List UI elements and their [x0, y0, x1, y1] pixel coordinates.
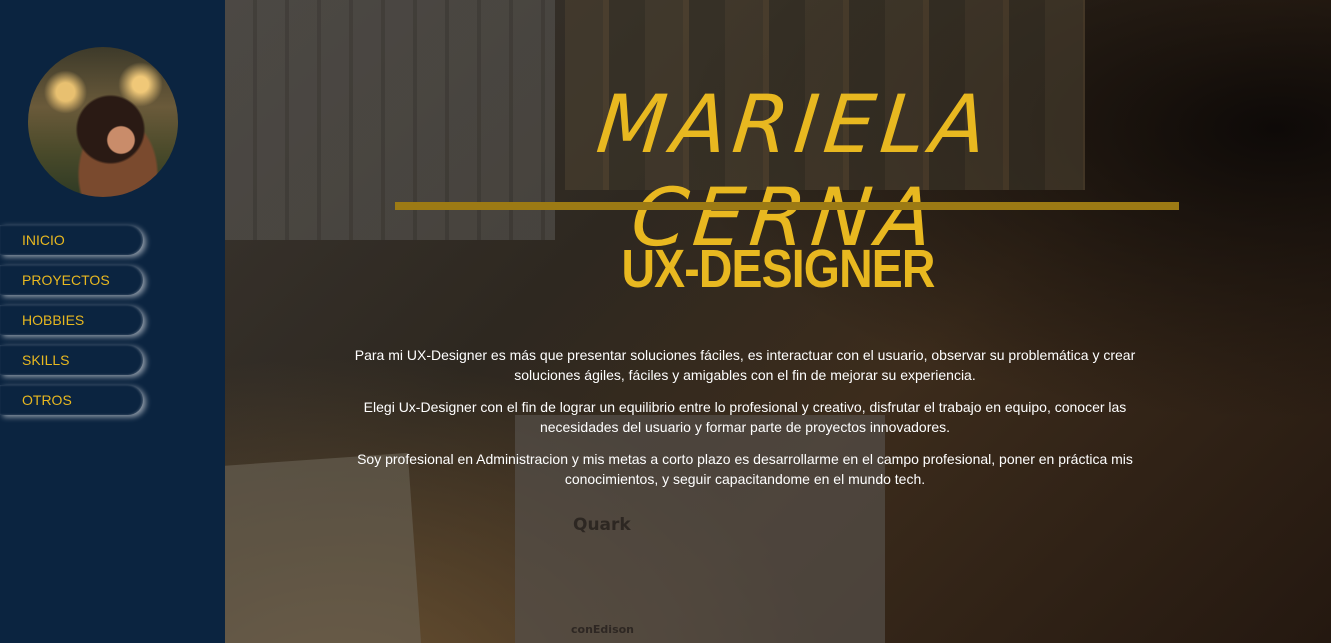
avatar [28, 47, 178, 197]
background-logo-conedison: conEdison [571, 623, 635, 636]
intro-paragraph-3: Soy profesional en Administracion y mis … [357, 451, 1133, 487]
sidebar: INICIO PROYECTOS HOBBIES SKILLS OTROS [0, 0, 225, 643]
background-logo-quark: Quark [573, 515, 631, 535]
nav-item-label: HOBBIES [22, 312, 85, 328]
sidebar-nav: INICIO PROYECTOS HOBBIES SKILLS OTROS [0, 225, 143, 425]
nav-item-label: PROYECTOS [22, 272, 110, 288]
nav-item-label: INICIO [22, 232, 65, 248]
name-signature: MARIELA CERNA [592, 78, 998, 264]
hero-section: Quark conEdison MARIELA CERNA UX-DESIGNE… [225, 0, 1331, 643]
role-heading: UX-DESIGNER [621, 239, 935, 299]
nav-item-label: SKILLS [22, 352, 70, 368]
nav-item-skills[interactable]: SKILLS [0, 345, 143, 375]
nav-item-inicio[interactable]: INICIO [0, 225, 143, 255]
intro-paragraph-1: Para mi UX-Designer es más que presentar… [354, 347, 1136, 383]
nav-item-label: OTROS [22, 392, 72, 408]
nav-item-hobbies[interactable]: HOBBIES [0, 305, 143, 335]
nav-item-proyectos[interactable]: PROYECTOS [0, 265, 143, 295]
intro-paragraph-2: Elegi Ux-Designer con el fin de lograr u… [363, 399, 1127, 435]
nav-item-otros[interactable]: OTROS [0, 385, 143, 415]
title-divider [395, 202, 1179, 210]
